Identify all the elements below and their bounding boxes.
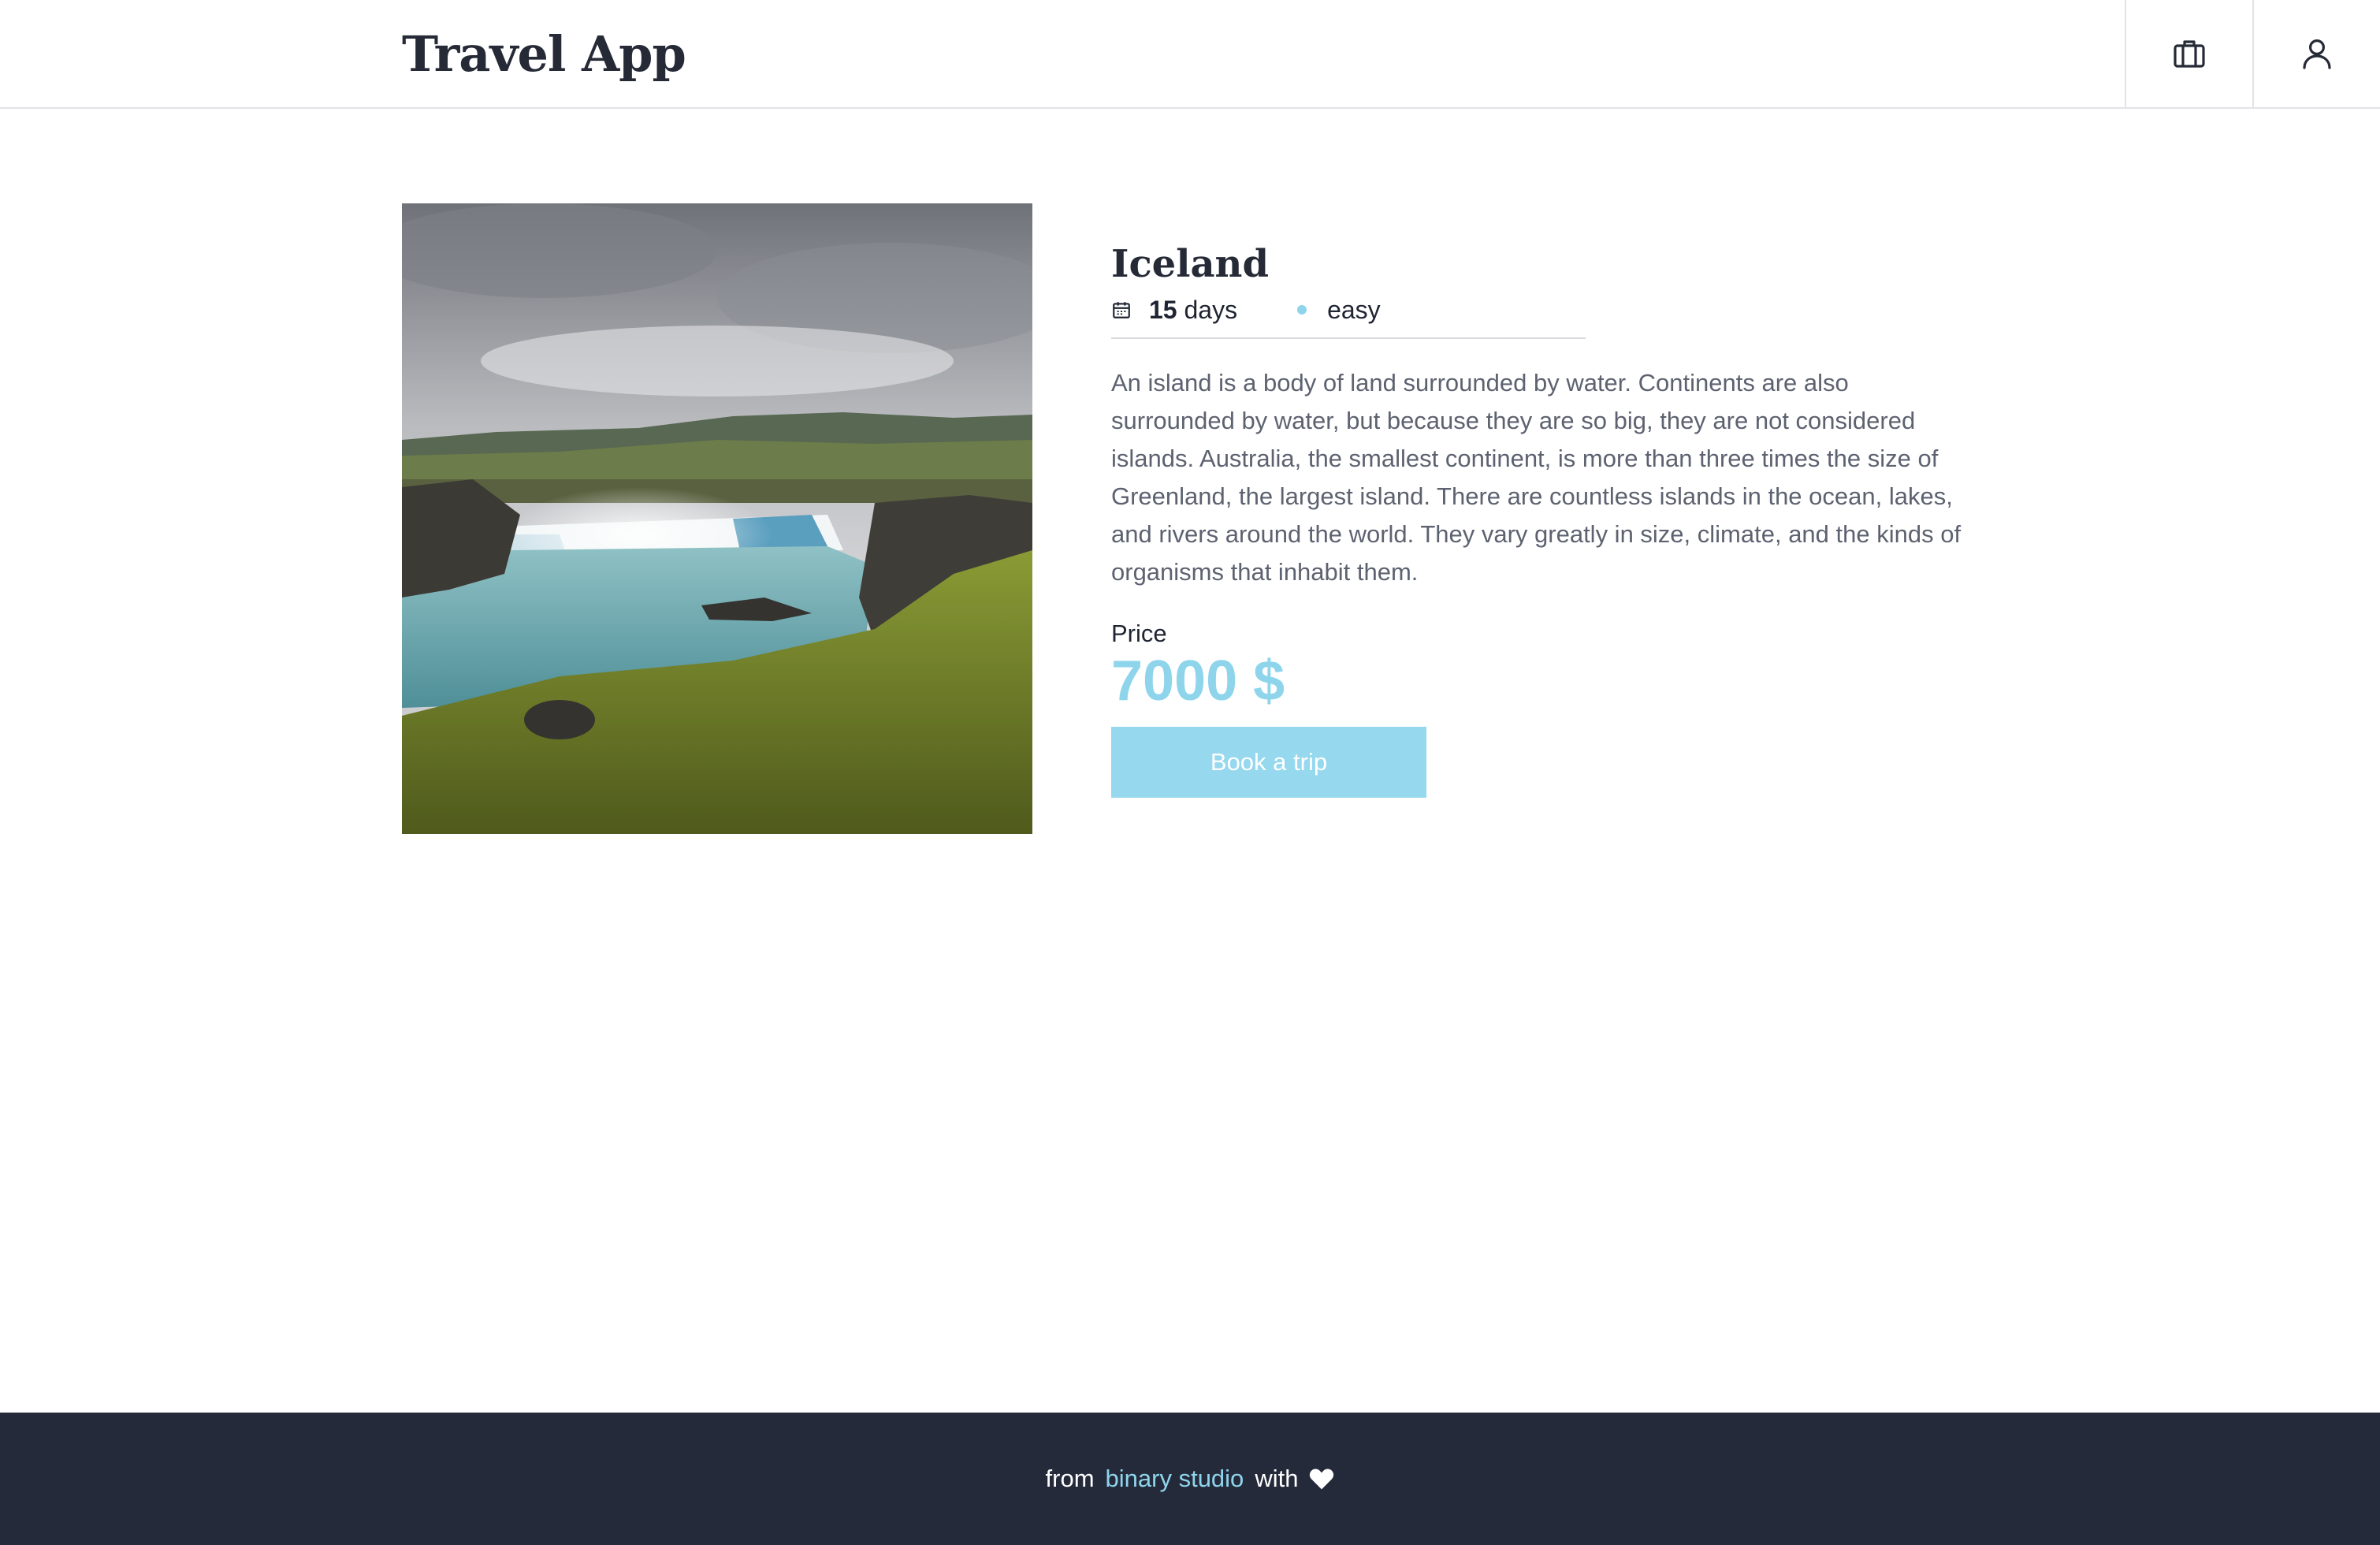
price-label: Price (1111, 620, 1167, 647)
footer-brand-link[interactable]: binary studio (1106, 1465, 1244, 1493)
price-value: 7000 $ (1111, 650, 1285, 713)
trip-details: Iceland 15 days easy An island is a body… (1111, 236, 1978, 798)
bookings-button[interactable] (2125, 0, 2252, 107)
trip-duration-value: 15 (1149, 295, 1177, 324)
footer-prefix: from (1045, 1465, 1095, 1492)
trip-duration-unit: days (1184, 295, 1238, 324)
profile-button[interactable] (2252, 0, 2380, 107)
trip-image (402, 203, 1032, 834)
level-dot-icon (1297, 305, 1307, 315)
briefcase-icon (2174, 40, 2205, 68)
book-trip-button[interactable]: Book a trip (1111, 727, 1426, 798)
heart-icon (1310, 1469, 1334, 1490)
app-footer: from binary studio with (0, 1413, 2380, 1545)
trip-title: Iceland (1111, 242, 1270, 286)
trip-meta: 15 days easy (1111, 293, 1586, 339)
app-logo[interactable]: Travel App (402, 19, 686, 90)
user-icon (2303, 39, 2331, 69)
waterfall-landscape-image (402, 203, 1032, 834)
app-header: Travel App (0, 0, 2380, 109)
trip-duration: 15 days (1149, 296, 1237, 325)
trip-level-label: easy (1327, 295, 1381, 324)
footer-suffix: with (1255, 1465, 1299, 1492)
trip-level: easy (1297, 296, 1381, 325)
calendar-icon (1113, 302, 1130, 318)
trip-description: An island is a body of land surrounded b… (1111, 369, 1962, 586)
